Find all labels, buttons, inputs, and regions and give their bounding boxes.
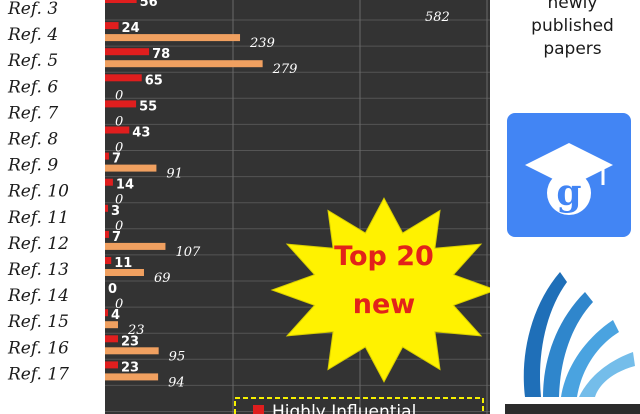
legend-swatch-red bbox=[253, 405, 264, 414]
side-text-line-3: papers bbox=[543, 39, 602, 59]
bar-red bbox=[105, 0, 137, 3]
category-label: Ref. 17 bbox=[7, 364, 69, 384]
category-label: Ref. 3 bbox=[7, 0, 58, 19]
book-pages-icon-graphic bbox=[523, 272, 635, 397]
value-label-red: 78 bbox=[152, 47, 170, 62]
category-label: Ref. 10 bbox=[7, 182, 69, 202]
side-text-line-1: newly bbox=[547, 0, 598, 13]
bar-red bbox=[105, 230, 109, 238]
google-scholar-icon-graphic: g bbox=[525, 143, 613, 215]
bar-red bbox=[105, 74, 142, 82]
bar-red bbox=[105, 152, 109, 160]
value-label-red: 65 bbox=[145, 73, 163, 88]
bar-red bbox=[105, 22, 119, 30]
category-label: Ref. 7 bbox=[7, 103, 58, 123]
value-label-orange: 107 bbox=[175, 245, 201, 260]
value-label-orange: 582 bbox=[425, 10, 450, 25]
category-label: Ref. 6 bbox=[7, 77, 58, 97]
category-label: Ref. 9 bbox=[7, 156, 58, 176]
value-label-red: 14 bbox=[116, 178, 134, 193]
bar-red bbox=[105, 361, 118, 369]
value-label-orange: 94 bbox=[168, 375, 185, 390]
category-label: Ref. 5 bbox=[7, 51, 58, 71]
category-label: Ref. 11 bbox=[7, 208, 69, 228]
value-label-red: 0 bbox=[108, 282, 117, 297]
value-label-orange: 0 bbox=[115, 88, 123, 103]
bar-red bbox=[105, 257, 112, 264]
value-label-red: 23 bbox=[121, 360, 139, 375]
value-label-orange: 239 bbox=[249, 36, 275, 51]
value-label-red: 11 bbox=[114, 256, 132, 271]
value-label-red: 23 bbox=[121, 334, 139, 349]
bar-red bbox=[105, 309, 108, 317]
category-label: Ref. 4 bbox=[7, 25, 58, 45]
book-pages-icon bbox=[505, 262, 640, 404]
value-label-orange: 95 bbox=[169, 349, 186, 364]
star-line-1: Top 20 bbox=[334, 241, 434, 272]
bar-red bbox=[105, 335, 118, 343]
value-label-red: 56 bbox=[140, 0, 158, 10]
category-label: Ref. 15 bbox=[7, 312, 69, 332]
value-label-red: 7 bbox=[112, 152, 121, 167]
side-text-line-2: published bbox=[531, 16, 614, 36]
value-label-orange: 69 bbox=[154, 271, 171, 286]
bar-red bbox=[105, 48, 150, 56]
value-label-red: 55 bbox=[139, 99, 157, 114]
panel-bottom-bar bbox=[505, 404, 640, 414]
category-label: Ref. 16 bbox=[7, 338, 69, 358]
star-line-2: new bbox=[353, 289, 415, 320]
value-label-orange: 279 bbox=[272, 62, 298, 77]
category-label: Ref. 12 bbox=[7, 234, 69, 254]
value-label-red: 4 bbox=[111, 308, 120, 323]
value-label-red: 24 bbox=[122, 21, 140, 36]
value-label-red: 43 bbox=[132, 126, 150, 141]
value-label-red: 3 bbox=[111, 204, 120, 219]
category-label: Ref. 14 bbox=[7, 286, 69, 306]
category-label: Ref. 8 bbox=[7, 130, 58, 150]
value-label-red: 7 bbox=[112, 230, 121, 245]
value-label-orange: 91 bbox=[166, 167, 183, 182]
google-scholar-icon: g bbox=[507, 113, 631, 237]
value-label-orange: 0 bbox=[115, 114, 123, 129]
bar-red bbox=[105, 204, 108, 212]
svg-text:g: g bbox=[556, 172, 581, 214]
legend-text: Highly Influential bbox=[272, 402, 416, 414]
bar-red bbox=[105, 178, 113, 186]
category-label: Ref. 13 bbox=[7, 260, 69, 280]
bar-orange bbox=[105, 60, 263, 68]
